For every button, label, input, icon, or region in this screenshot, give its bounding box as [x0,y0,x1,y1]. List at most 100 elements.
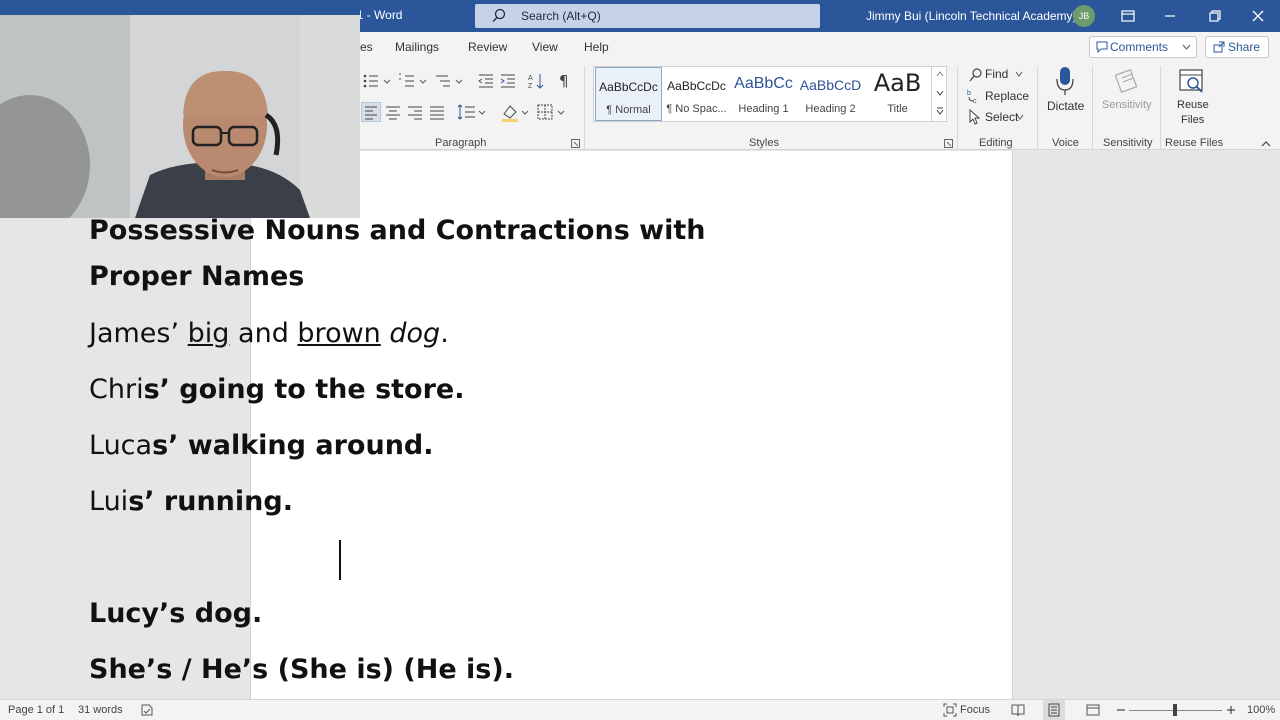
search-box[interactable]: Search (Alt+Q) [475,4,820,28]
decrease-indent-icon[interactable] [477,72,495,90]
style-title[interactable]: AaB Title [864,67,931,121]
style-sample: AaBbCcD [799,77,862,93]
tab-review[interactable]: Review [468,40,507,54]
group-separator [584,66,585,150]
style-sample: AaBbCc [734,75,793,92]
document-line-shes-hes[interactable]: She’s / He’s (She is) (He is). [89,654,514,685]
tab-view[interactable]: View [532,40,558,54]
document-heading-line1[interactable]: Possessive Nouns and Contractions with [89,215,706,246]
print-layout-view[interactable] [1043,700,1065,720]
document-line-luis[interactable]: Luis’ running. [89,486,293,517]
find-icon [969,68,982,82]
chevron-down-icon[interactable] [936,90,944,96]
page-count[interactable]: Page 1 of 1 [8,704,64,716]
style-normal[interactable]: AaBbCcDc ¶ Normal [595,67,662,121]
multilevel-list-icon[interactable] [434,72,464,90]
style-heading-2[interactable]: AaBbCcD Heading 2 [797,67,864,121]
increase-indent-icon[interactable] [499,72,517,90]
web-layout-icon[interactable] [1086,703,1100,717]
ribbon-display-options-icon[interactable] [1118,6,1138,26]
tab-help[interactable]: Help [584,40,609,54]
shading-icon[interactable] [500,102,530,122]
print-layout-icon [1048,703,1060,717]
style-sample: AaBbCcDc [599,80,658,94]
search-icon [492,8,506,22]
numbering-icon[interactable] [398,72,428,90]
tab-references[interactable]: es [360,40,373,54]
borders-icon[interactable] [536,102,566,122]
document-line-james[interactable]: James’ big and brown dog. [89,318,449,349]
zoom-in-icon[interactable] [1225,704,1237,716]
dictate-label: Dictate [1047,99,1085,113]
style-name: Heading 1 [738,103,789,115]
chevron-down-icon [1016,114,1024,120]
zoom-slider-thumb[interactable] [1173,704,1177,716]
zoom-level[interactable]: 100% [1247,704,1275,716]
minimize-icon[interactable] [1160,6,1180,26]
replace-icon: bc [967,90,977,104]
text-run-underlined: brown [297,318,381,349]
editing-group-label: Editing [979,137,1013,149]
text-run-underlined: big [187,318,230,349]
text-run: ’ [170,318,188,349]
document-line-chris[interactable]: Chris’ going to the store. [89,374,465,405]
focus-label[interactable]: Focus [960,704,990,716]
more-styles-icon[interactable] [936,107,944,115]
reuse-files-group-label: Reuse Files [1165,137,1224,149]
styles-group-label: Styles [749,137,779,149]
svg-text:Z: Z [528,83,533,90]
share-button[interactable]: Share [1205,36,1269,58]
comment-icon [1096,41,1108,53]
focus-icon[interactable] [943,703,957,717]
line-spacing-icon[interactable] [457,102,487,122]
text-run-italic: dog [389,318,441,349]
bullets-icon[interactable] [362,72,392,90]
text-run-bold: s’ going to the store. [143,374,465,405]
text-run: and [229,318,298,349]
sensitivity-group-label: Sensitivity [1103,137,1153,149]
microphone-icon [1056,67,1074,95]
replace-label: Replace [985,89,1030,103]
chevron-up-icon[interactable] [936,71,944,77]
comments-button[interactable]: Comments [1089,36,1197,58]
paragraph-dialog-launcher-icon[interactable] [571,139,580,148]
proofing-icon[interactable] [140,703,154,717]
align-right-icon[interactable] [406,102,424,122]
collapse-ribbon-icon[interactable] [1261,140,1271,147]
style-heading-1[interactable]: AaBbCc Heading 1 [730,67,797,121]
sensitivity-icon [1115,69,1138,93]
style-name: ¶ No Spac... [666,103,727,115]
close-icon[interactable] [1248,6,1268,26]
svg-text:¶: ¶ [559,72,569,90]
user-name[interactable]: Jimmy Bui (Lincoln Technical Academy) [866,9,1077,23]
reuse-files-icon [1179,69,1203,93]
share-label: Share [1228,40,1261,54]
group-separator [1160,66,1161,150]
quick-access-toolbar [0,0,360,15]
document-line-lucy[interactable]: Lucy’s dog. [89,598,262,629]
comments-label: Comments [1110,40,1169,54]
document-line-lucas[interactable]: Lucas’ walking around. [89,430,434,461]
style-name: Title [887,103,908,115]
style-name: Heading 2 [805,103,856,115]
show-formatting-marks-icon[interactable]: ¶ [557,72,573,90]
align-left-icon[interactable] [361,102,381,122]
styles-dialog-launcher-icon[interactable] [944,139,953,148]
word-count[interactable]: 31 words [78,704,123,716]
svg-text:A: A [528,75,533,82]
sort-icon[interactable]: AZ [527,72,545,90]
read-mode-icon[interactable] [1011,703,1025,717]
align-center-icon[interactable] [384,102,402,122]
text-run-bold: s’ walking around. [152,430,434,461]
tab-mailings[interactable]: Mailings [395,40,439,54]
styles-scroll [931,67,947,121]
justify-icon[interactable] [428,102,446,122]
style-sample: AaBbCcDc [667,79,726,93]
reuse-label-line1: Reuse [1177,99,1209,111]
document-heading-line2[interactable]: Proper Names [89,261,304,292]
avatar[interactable]: JB [1073,5,1095,27]
zoom-out-icon[interactable] [1115,704,1127,716]
style-no-spacing[interactable]: AaBbCcDc ¶ No Spac... [663,67,730,121]
restore-icon[interactable] [1205,6,1225,26]
text-run: Lui [89,486,129,517]
